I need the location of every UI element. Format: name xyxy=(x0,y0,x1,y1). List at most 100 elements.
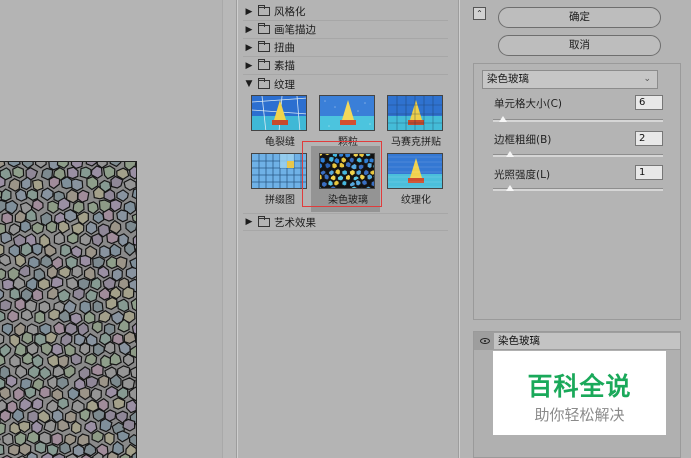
glass-cell xyxy=(31,198,44,212)
thumb-texturizer[interactable]: 纹理化 xyxy=(387,153,445,207)
glass-cell xyxy=(8,178,21,192)
glass-cell xyxy=(31,179,44,192)
category-brush-strokes[interactable]: ▶ 画笔描边 xyxy=(243,21,448,39)
glass-cell xyxy=(125,399,136,414)
glass-cell xyxy=(18,397,33,412)
preview-image[interactable] xyxy=(0,161,137,458)
category-distort[interactable]: ▶ 扭曲 xyxy=(243,39,448,57)
border-thickness-input[interactable]: 2 xyxy=(635,131,663,146)
expand-triangle-icon[interactable]: ▶ xyxy=(243,217,255,227)
glass-cell xyxy=(85,220,98,235)
glass-cell xyxy=(86,399,100,413)
glass-cell xyxy=(64,410,77,424)
glass-cell xyxy=(70,352,83,366)
filter-options: 染色玻璃 ⌄ 单元格大小(C) 6 边框粗细(B) 2 光照强度(L) 1 xyxy=(473,63,681,320)
border-thickness-slider[interactable] xyxy=(493,151,663,157)
glass-cell xyxy=(43,243,57,258)
category-stylize[interactable]: ▶ 风格化 xyxy=(243,3,448,21)
texturizer-thumbnail xyxy=(387,153,443,189)
glass-cell xyxy=(83,443,97,457)
glass-cell xyxy=(117,298,130,313)
glass-cell xyxy=(123,178,136,191)
glass-cell xyxy=(0,188,12,202)
cell-size-slider[interactable] xyxy=(493,116,663,122)
category-sketch[interactable]: ▶ 素描 xyxy=(243,57,448,75)
glass-cell xyxy=(34,441,47,454)
glass-cell xyxy=(66,231,79,245)
slider-handle[interactable] xyxy=(506,185,514,191)
glass-cell xyxy=(1,211,14,225)
slider-handle[interactable] xyxy=(499,116,508,122)
thumb-mosaic-tiles[interactable]: 马赛克拼贴 xyxy=(387,95,445,149)
category-artistic[interactable]: ▶ 艺术效果 xyxy=(243,213,448,231)
glass-cell xyxy=(0,243,5,256)
glass-cell xyxy=(90,387,102,402)
glass-cell xyxy=(116,189,129,203)
glass-cell xyxy=(122,286,135,300)
glass-cell xyxy=(58,265,72,279)
light-intensity-input[interactable]: 1 xyxy=(635,165,663,180)
glass-cell xyxy=(70,245,83,259)
category-label: 画笔描边 xyxy=(274,24,316,36)
glass-cell xyxy=(69,312,83,326)
cancel-button[interactable]: 取消 xyxy=(498,35,661,56)
glass-cell xyxy=(72,287,85,301)
effect-layer-row[interactable]: 染色玻璃 xyxy=(474,332,680,350)
glass-cell xyxy=(9,287,21,301)
glass-cell xyxy=(0,162,6,169)
glass-cell xyxy=(116,209,129,223)
glass-cell xyxy=(98,374,110,389)
glass-cell xyxy=(59,243,72,258)
folder-icon xyxy=(258,59,270,70)
eye-icon[interactable] xyxy=(480,338,490,344)
glass-cell xyxy=(20,241,33,257)
glass-cell xyxy=(5,199,19,215)
glass-cell xyxy=(65,276,79,291)
glass-cell xyxy=(135,379,136,386)
glass-cell xyxy=(31,242,43,256)
expand-triangle-icon[interactable]: ▶ xyxy=(243,61,255,71)
glass-cell xyxy=(21,331,34,345)
glass-cell xyxy=(77,433,90,447)
glass-cell xyxy=(14,364,28,380)
category-label: 素描 xyxy=(274,60,295,72)
expand-triangle-icon[interactable]: ▶ xyxy=(243,7,255,17)
ok-button[interactable]: 确定 xyxy=(498,7,661,28)
thumb-patchwork[interactable]: 拼缀图 xyxy=(251,153,309,207)
glass-cell xyxy=(40,187,54,202)
selected-filter-outline xyxy=(302,141,382,207)
glass-cell xyxy=(20,176,32,191)
filter-select[interactable]: 染色玻璃 ⌄ xyxy=(482,70,658,89)
cell-size-input[interactable]: 6 xyxy=(635,95,663,110)
effect-layer-name[interactable]: 染色玻璃 xyxy=(494,333,680,349)
glass-cell xyxy=(53,321,66,336)
stained-glass-preview xyxy=(0,162,136,458)
thumb-craquelure[interactable]: 龟裂缝 xyxy=(251,95,309,149)
glass-cell xyxy=(45,331,58,344)
collapse-gallery-icon[interactable]: ⌃ xyxy=(473,7,486,20)
glass-cell xyxy=(111,332,124,346)
category-texture[interactable]: ▼ 纹理 xyxy=(243,75,448,93)
glass-cell xyxy=(0,409,12,423)
chevron-down-icon: ⌄ xyxy=(643,74,651,84)
expand-triangle-icon[interactable]: ▶ xyxy=(243,25,255,35)
glass-cell xyxy=(85,162,98,167)
glass-cell xyxy=(66,166,79,180)
preview-area[interactable] xyxy=(0,0,236,458)
glass-cell xyxy=(57,288,71,303)
light-intensity-slider[interactable] xyxy=(493,185,663,191)
glass-cell xyxy=(0,386,11,401)
expand-triangle-icon[interactable]: ▶ xyxy=(243,43,255,53)
glass-cell xyxy=(12,166,25,179)
folder-icon xyxy=(258,23,270,34)
glass-cell xyxy=(91,232,104,247)
glass-cell xyxy=(85,375,99,389)
preview-scrollbar[interactable] xyxy=(222,0,236,458)
glass-cell xyxy=(109,162,122,168)
glass-cell xyxy=(47,200,60,214)
collapse-triangle-icon[interactable]: ▼ xyxy=(243,79,255,89)
slider-handle[interactable] xyxy=(506,151,514,157)
glass-cell xyxy=(40,254,54,269)
folder-icon xyxy=(258,5,270,16)
glass-cell xyxy=(70,420,82,435)
